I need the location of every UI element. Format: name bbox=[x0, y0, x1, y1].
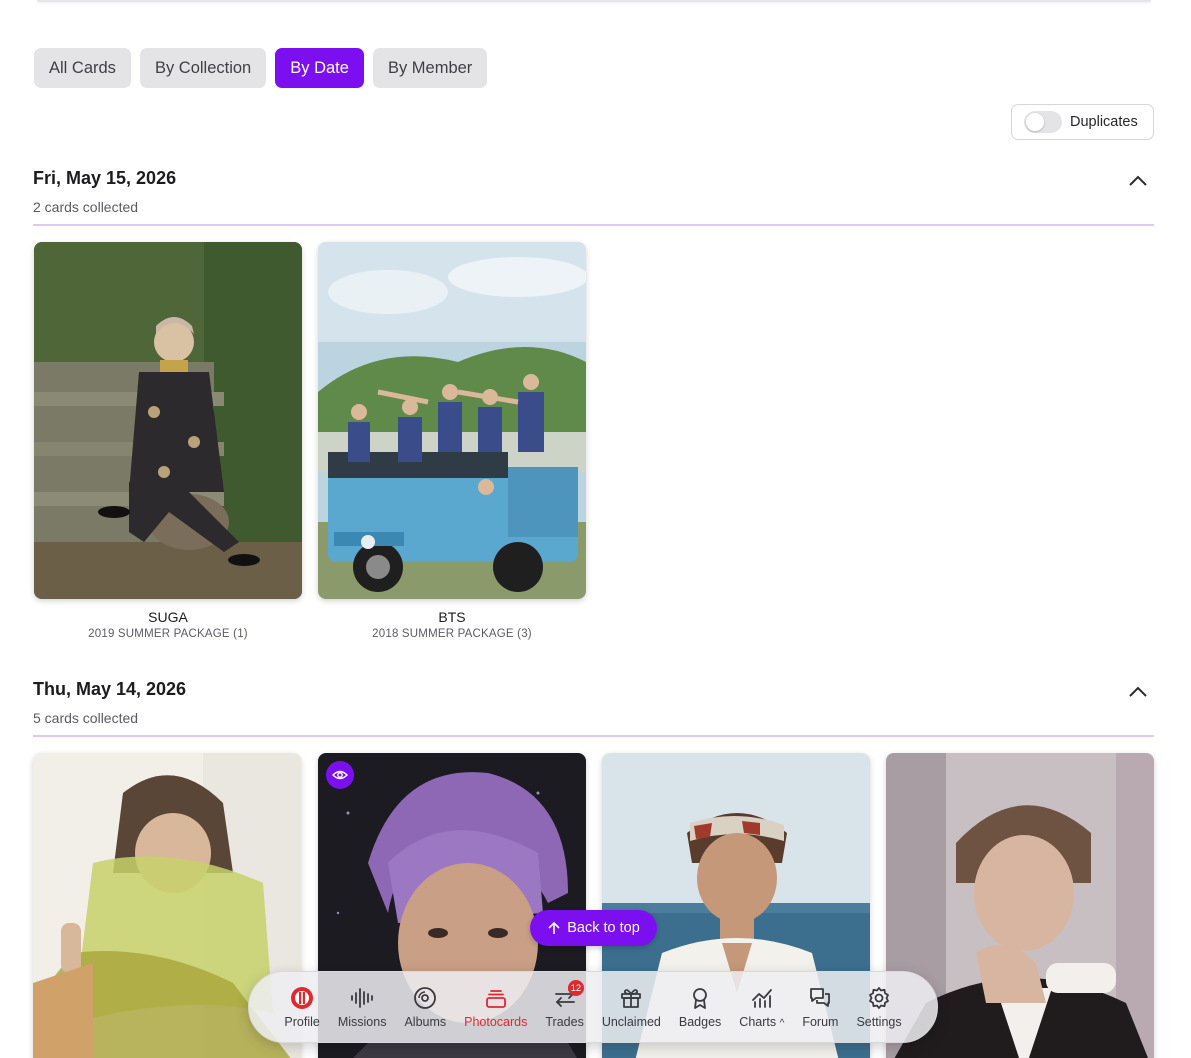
nav-label: Trades bbox=[545, 1014, 584, 1029]
section-card-count: 2 cards collected bbox=[33, 199, 139, 215]
tab-by-member[interactable]: By Member bbox=[372, 48, 488, 88]
tab-by-date[interactable]: By Date bbox=[275, 48, 364, 88]
date-section-header: Fri, May 15, 2026 2 cards collected bbox=[33, 168, 1154, 226]
trades-count-badge: 12 bbox=[567, 980, 585, 996]
nav-label: Photocards bbox=[464, 1014, 528, 1029]
nav-albums[interactable]: Albums bbox=[395, 971, 455, 1043]
card-member-name: BTS bbox=[438, 609, 466, 625]
gift-icon bbox=[621, 988, 642, 1008]
section-divider bbox=[33, 224, 1154, 226]
waveform-icon bbox=[351, 987, 374, 1008]
nav-badges[interactable]: Badges bbox=[670, 971, 730, 1043]
disc-icon bbox=[414, 986, 437, 1009]
duplicates-label: Duplicates bbox=[1070, 114, 1138, 130]
view-tabs: All Cards By Collection By Date By Membe… bbox=[34, 48, 488, 88]
watched-badge[interactable] bbox=[326, 761, 354, 789]
nav-forum[interactable]: Forum bbox=[793, 971, 847, 1043]
caret-up-icon: ^ bbox=[779, 1017, 785, 1029]
chart-line-icon bbox=[751, 988, 772, 1008]
date-section-header: Thu, May 14, 2026 5 cards collected bbox=[33, 679, 1154, 737]
tab-by-collection[interactable]: By Collection bbox=[139, 48, 267, 88]
section-date: Thu, May 14, 2026 bbox=[33, 679, 187, 699]
photocard-image bbox=[34, 242, 302, 599]
card-stack-icon bbox=[485, 989, 506, 1008]
bottom-nav: Profile Missions Albums Photocards 12 Tr… bbox=[248, 971, 938, 1043]
tab-all-cards[interactable]: All Cards bbox=[34, 48, 131, 88]
card-collection: 2019 SUMMER PACKAGE (1) bbox=[88, 628, 248, 640]
nav-label: Badges bbox=[678, 1014, 722, 1029]
photocard[interactable] bbox=[318, 242, 586, 599]
chevron-up-icon[interactable] bbox=[1128, 173, 1148, 187]
card-collection: 2018 SUMMER PACKAGE (3) bbox=[372, 628, 532, 640]
gear-icon bbox=[869, 986, 889, 1009]
nav-unclaimed[interactable]: Unclaimed bbox=[593, 971, 670, 1043]
duplicates-switch[interactable] bbox=[1024, 111, 1062, 133]
nav-missions[interactable]: Missions bbox=[329, 971, 396, 1043]
nav-label: Missions bbox=[337, 1014, 387, 1029]
photocard[interactable] bbox=[34, 242, 302, 599]
nav-label: Albums bbox=[404, 1014, 447, 1029]
nav-label: Profile bbox=[284, 1014, 320, 1029]
nav-label: Charts ^ bbox=[739, 1015, 784, 1029]
nav-label: Settings bbox=[856, 1014, 902, 1029]
award-icon bbox=[693, 987, 707, 1009]
nav-trades[interactable]: 12 Trades bbox=[536, 971, 592, 1043]
switch-knob bbox=[1026, 113, 1044, 131]
profile-logo-icon bbox=[291, 986, 314, 1009]
section-date: Fri, May 15, 2026 bbox=[33, 168, 177, 188]
duplicates-toggle[interactable]: Duplicates bbox=[1011, 104, 1154, 140]
back-to-top-label: Back to top bbox=[567, 920, 640, 936]
photocard-image bbox=[318, 242, 586, 599]
back-to-top-button[interactable]: Back to top bbox=[530, 910, 657, 946]
top-panel-edge bbox=[37, 0, 1151, 2]
nav-settings[interactable]: Settings bbox=[847, 971, 910, 1043]
chevron-up-icon[interactable] bbox=[1128, 684, 1148, 698]
nav-profile[interactable]: Profile bbox=[275, 971, 328, 1043]
chat-bubbles-icon bbox=[810, 987, 831, 1007]
nav-charts-label: Charts bbox=[739, 1014, 777, 1029]
arrow-up-icon bbox=[548, 921, 560, 934]
section-card-count: 5 cards collected bbox=[33, 710, 139, 726]
section-divider bbox=[33, 735, 1154, 737]
nav-label: Forum bbox=[802, 1014, 839, 1029]
nav-charts[interactable]: Charts ^ bbox=[730, 971, 793, 1043]
nav-photocards[interactable]: Photocards bbox=[455, 971, 536, 1043]
nav-label: Unclaimed bbox=[601, 1014, 661, 1029]
card-member-name: SUGA bbox=[148, 609, 188, 625]
eye-icon bbox=[332, 770, 348, 780]
